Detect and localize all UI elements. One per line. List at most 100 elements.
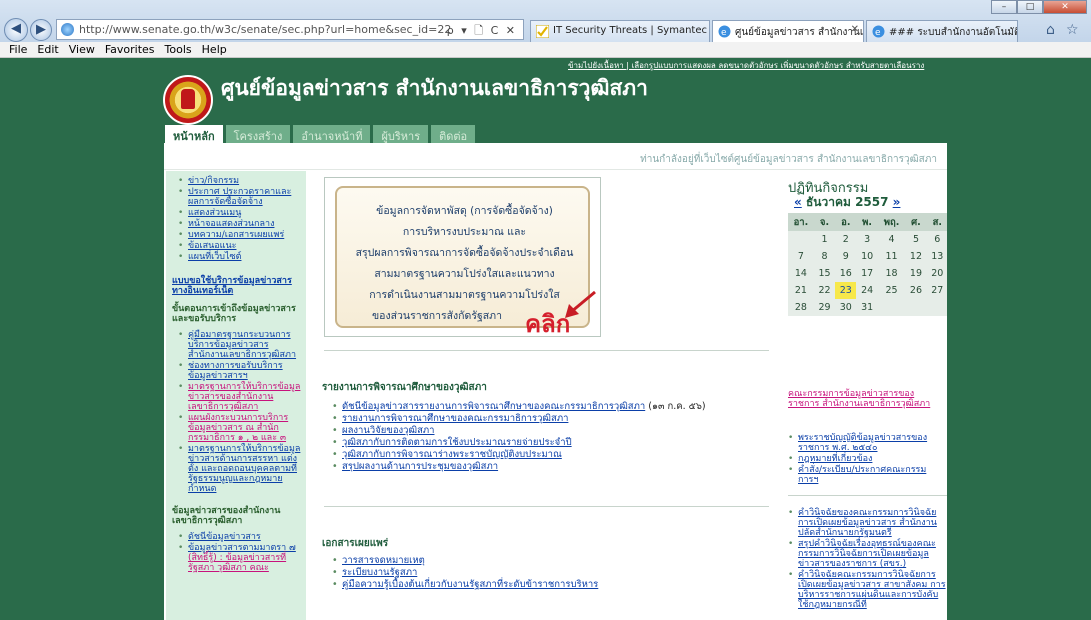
close-window-button[interactable]: ✕ bbox=[1043, 0, 1087, 14]
accessibility-links[interactable]: ข้ามไปยังเนื้อหา | เลือกรูปแบบการแสดงผล … bbox=[568, 59, 924, 72]
list-item[interactable]: มาตรฐานการให้บริการข้อมูลข่าวสารของสำนัก… bbox=[178, 382, 302, 412]
report-link[interactable]: ผลงานวิจัยของวุฒิสภา bbox=[342, 425, 434, 436]
calendar-day[interactable]: 23 bbox=[835, 282, 857, 299]
next-month-button[interactable]: » bbox=[893, 195, 901, 209]
publication-link[interactable]: ระเบียบงานรัฐสภา bbox=[342, 567, 417, 578]
prev-month-button[interactable]: « bbox=[794, 195, 802, 209]
tab-contact[interactable]: ติดต่อ bbox=[431, 125, 476, 143]
list-item[interactable]: มาตรฐานการให้บริการข้อมูลข่าวสารด้านการส… bbox=[178, 444, 302, 494]
list-item[interactable]: ผลงานวิจัยของวุฒิสภา bbox=[332, 425, 706, 437]
tab-symantec[interactable]: IT Security Threats | Symantec bbox=[530, 20, 710, 42]
left-menu-link[interactable]: บทความ/เอกสารเผยแพร่ bbox=[188, 230, 284, 240]
left-menu-link[interactable]: ประกาศ ประกวดราคาและผลการจัดซื้อจัดจ้าง bbox=[188, 187, 291, 207]
favorites-star-icon[interactable]: ☆ bbox=[1066, 22, 1079, 38]
list-item[interactable]: วุฒิสภากับการติดตามการใช้งบประมาณรายจ่าย… bbox=[332, 437, 706, 449]
calendar-day[interactable]: 16 bbox=[835, 265, 857, 282]
list-item[interactable]: คู่มือมาตรฐานกระบวนการบริการข้อมูลข่าวสา… bbox=[178, 330, 302, 360]
calendar-day[interactable]: 31 bbox=[856, 299, 878, 316]
list-item[interactable]: สรุปผลงานด้านการประชุมของวุฒิสภา bbox=[332, 461, 706, 473]
list-item[interactable]: กฎหมายที่เกี่ยวข้อง bbox=[788, 454, 946, 464]
list-item[interactable]: หน้าจอแสดงส่วนกลาง bbox=[178, 219, 302, 229]
menu-file[interactable]: File bbox=[4, 42, 32, 57]
list-item[interactable]: แสดงส่วนเมนู bbox=[178, 208, 302, 218]
calendar-day[interactable]: 15 bbox=[813, 265, 836, 282]
list-item[interactable]: แผนที่เว็บไซต์ bbox=[178, 252, 302, 262]
calendar-day[interactable]: 30 bbox=[835, 299, 857, 316]
calendar-day[interactable]: 4 bbox=[877, 231, 906, 248]
calendar-day[interactable]: 21 bbox=[788, 282, 814, 299]
menu-view[interactable]: View bbox=[64, 42, 100, 57]
address-tools[interactable]: ρ ▾ 🗋 C ✕ bbox=[447, 22, 517, 41]
calendar-day[interactable]: 22 bbox=[813, 282, 836, 299]
menu-tools[interactable]: Tools bbox=[160, 42, 197, 57]
list-item[interactable]: รายงานการพิจารณาศึกษาของคณะกรรมาธิการวุฒ… bbox=[332, 413, 706, 425]
ruling-link[interactable]: คำวินิจฉัยคณะกรรมการวินิจฉัยการเปิดเผยข้… bbox=[798, 570, 946, 610]
address-bar[interactable]: http://www.senate.go.th/w3c/senate/sec.p… bbox=[56, 19, 524, 40]
access-link[interactable]: มาตรฐานการให้บริการข้อมูลข่าวสารของสำนัก… bbox=[188, 382, 300, 412]
list-item[interactable]: ข้อมูลข่าวสารตามมาตรา ๗ (สิทธิ์รู้) : ข้… bbox=[178, 543, 302, 573]
left-menu-link[interactable]: หน้าจอแสดงส่วนกลาง bbox=[188, 219, 274, 229]
list-item[interactable]: คำสั่ง/ระเบียบ/ประกาศคณะกรรมการฯ bbox=[788, 465, 946, 485]
law-link[interactable]: กฎหมายที่เกี่ยวข้อง bbox=[798, 454, 872, 464]
calendar-day[interactable]: 6 bbox=[926, 231, 947, 248]
calendar-day[interactable]: 28 bbox=[788, 299, 814, 316]
tab-office-automation[interactable]: e ### ระบบสำนักงานอัตโนมัติ ### bbox=[866, 20, 1018, 42]
menu-help[interactable]: Help bbox=[197, 42, 232, 57]
calendar-day[interactable]: 8 bbox=[813, 248, 836, 265]
tab-structure[interactable]: โครงสร้าง bbox=[225, 125, 291, 143]
list-item[interactable]: ช่องทางการขอรับบริการข้อมูลข่าวสารฯ bbox=[178, 361, 302, 381]
tab-executives[interactable]: ผู้บริหาร bbox=[373, 125, 429, 143]
calendar-day[interactable]: 13 bbox=[926, 248, 947, 265]
ruling-link[interactable]: สรุปคำวินิจฉัยเรื่องอุทธรณ์ของคณะกรรมการ… bbox=[798, 539, 936, 569]
publication-link[interactable]: วารสารจดหมายเหตุ bbox=[342, 555, 425, 566]
address-url[interactable]: http://www.senate.go.th/w3c/senate/sec.p… bbox=[79, 23, 451, 36]
access-link[interactable]: คู่มือมาตรฐานกระบวนการบริการข้อมูลข่าวสา… bbox=[188, 330, 296, 360]
list-item[interactable]: ข้อเสนอแนะ bbox=[178, 241, 302, 251]
list-item[interactable]: คำวินิจฉัยคณะกรรมการวินิจฉัยการเปิดเผยข้… bbox=[788, 570, 946, 610]
calendar-day[interactable]: 7 bbox=[788, 248, 814, 265]
list-item[interactable]: ข่าว/กิจกรรม bbox=[178, 176, 302, 186]
close-tab-icon[interactable]: ✕ bbox=[851, 24, 859, 35]
list-item[interactable]: พระราชบัญญัติข้อมูลข่าวสารของราชการ พ.ศ.… bbox=[788, 433, 946, 453]
tab-authority[interactable]: อำนาจหน้าที่ bbox=[293, 125, 371, 143]
maximize-button[interactable]: □ bbox=[1017, 0, 1043, 14]
committee-link[interactable]: คณะกรรมการข้อมูลข่าวสารของราชการ สำนักงา… bbox=[788, 389, 938, 409]
calendar-day[interactable]: 9 bbox=[835, 248, 857, 265]
calendar-day[interactable]: 5 bbox=[905, 231, 927, 248]
report-link[interactable]: สรุปผลงานด้านการประชุมของวุฒิสภา bbox=[342, 461, 498, 472]
list-item[interactable]: วารสารจดหมายเหตุ bbox=[332, 555, 598, 567]
report-link[interactable]: วุฒิสภากับการพิจารณาร่างพระราชบัญญัติงบป… bbox=[342, 449, 562, 460]
list-item[interactable]: ดัชนีข้อมูลข่าวสาร bbox=[178, 532, 302, 542]
menu-favorites[interactable]: Favorites bbox=[100, 42, 160, 57]
calendar-day[interactable]: 14 bbox=[788, 265, 814, 282]
online-request-link[interactable]: แบบขอใช้บริการข้อมูลข่าวสารทางอินเทอร์เน… bbox=[172, 276, 302, 296]
list-item[interactable]: สรุปคำวินิจฉัยเรื่องอุทธรณ์ของคณะกรรมการ… bbox=[788, 539, 946, 569]
calendar-day[interactable]: 17 bbox=[856, 265, 878, 282]
list-item[interactable]: คำวินิจฉัยของคณะกรรมการวินิจฉัยการเปิดเผ… bbox=[788, 508, 946, 538]
calendar-day[interactable]: 27 bbox=[926, 282, 947, 299]
list-item[interactable]: แผนผังกระบวนการบริการข้อมูลข่าวสาร ณ สำน… bbox=[178, 413, 302, 443]
law-link[interactable]: คำสั่ง/ระเบียบ/ประกาศคณะกรรมการฯ bbox=[798, 465, 926, 485]
calendar-day[interactable]: 20 bbox=[926, 265, 947, 282]
report-link[interactable]: วุฒิสภากับการติดตามการใช้งบประมาณรายจ่าย… bbox=[342, 437, 572, 448]
calendar-day[interactable]: 2 bbox=[835, 231, 857, 248]
left-menu-link[interactable]: ข้อเสนอแนะ bbox=[188, 241, 236, 251]
calendar-day[interactable]: 11 bbox=[877, 248, 906, 265]
procurement-banner[interactable]: ข้อมูลการจัดหาพัสดุ (การจัดซื้อจัดจ้าง) … bbox=[324, 177, 601, 338]
tab-senate-info[interactable]: e ศูนย์ข้อมูลข่าวสาร สำนักงานเล... ✕ bbox=[712, 20, 864, 42]
forward-button[interactable]: ▶ bbox=[30, 19, 52, 41]
access-link[interactable]: ช่องทางการขอรับบริการข้อมูลข่าวสารฯ bbox=[188, 361, 283, 381]
list-item[interactable]: วุฒิสภากับการพิจารณาร่างพระราชบัญญัติงบป… bbox=[332, 449, 706, 461]
tab-home[interactable]: หน้าหลัก bbox=[165, 125, 223, 143]
home-icon[interactable]: ⌂ bbox=[1046, 22, 1055, 38]
list-item[interactable]: บทความ/เอกสารเผยแพร่ bbox=[178, 230, 302, 240]
calendar-day[interactable]: 10 bbox=[856, 248, 878, 265]
law-link[interactable]: พระราชบัญญัติข้อมูลข่าวสารของราชการ พ.ศ.… bbox=[798, 433, 927, 453]
left-menu-link[interactable]: ข่าว/กิจกรรม bbox=[188, 176, 239, 186]
office-info-link[interactable]: ดัชนีข้อมูลข่าวสาร bbox=[188, 532, 261, 542]
minimize-button[interactable]: – bbox=[991, 0, 1017, 14]
calendar-day[interactable]: 12 bbox=[905, 248, 927, 265]
back-button[interactable]: ◀ bbox=[4, 18, 28, 42]
office-info-link[interactable]: ข้อมูลข่าวสารตามมาตรา ๗ bbox=[188, 543, 296, 553]
office-info-link[interactable]: (สิทธิ์รู้) : ข้อมูลข่าวสารที่รัฐสภา วุฒ… bbox=[188, 553, 286, 573]
